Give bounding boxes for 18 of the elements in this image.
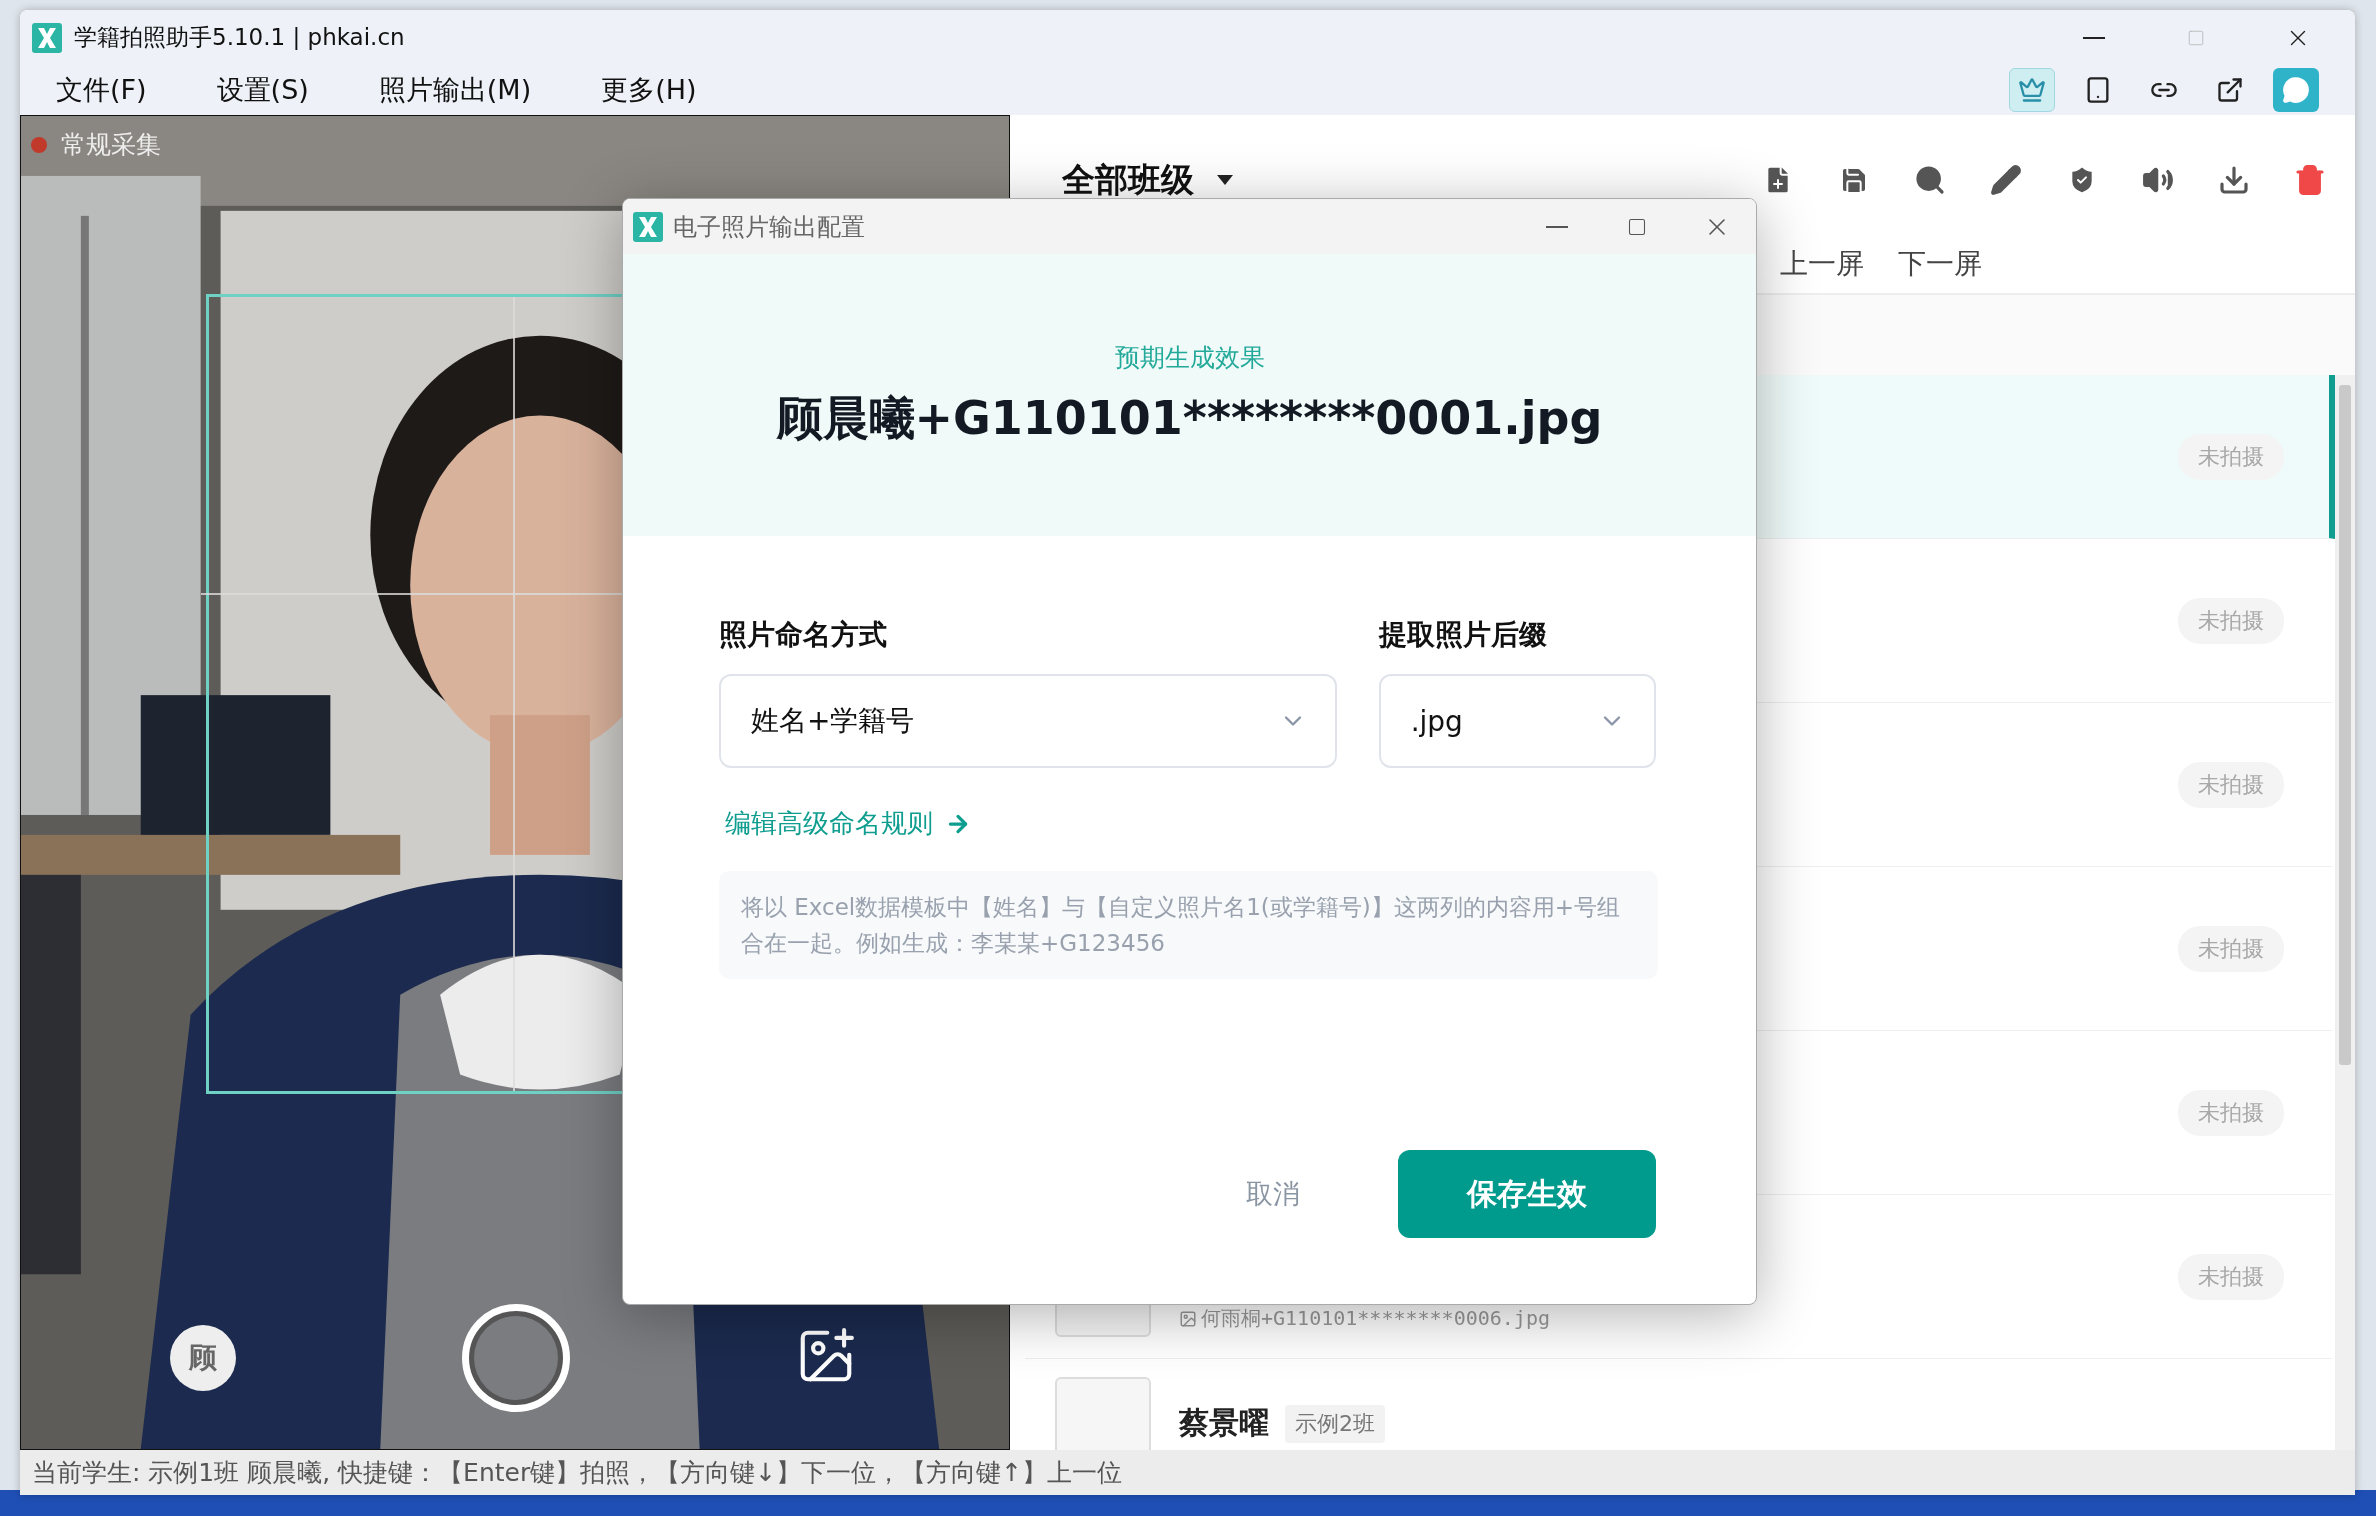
status-badge: 未拍摄: [2178, 925, 2284, 972]
mode-label: 常规采集: [61, 129, 161, 161]
status-badge: 未拍摄: [2178, 433, 2284, 480]
class-tag: 示例2班: [1285, 1404, 1385, 1443]
naming-note: 将以 Excel数据模板中【姓名】与【自定义照片名1(或学籍号)】这两列的内容用+号组合在一起。例如生成：李某某+G123456: [719, 871, 1658, 979]
field-label: 提取照片后缀: [1378, 617, 1548, 653]
field-label: 照片命名方式: [719, 617, 888, 653]
dialog-title: 电子照片输出配置: [673, 211, 866, 243]
preview-label: 预期生成效果: [1114, 341, 1265, 374]
status-badge: 未拍摄: [2178, 761, 2284, 808]
status-badge: 未拍摄: [2178, 1253, 2284, 1300]
student-name: 蔡景曜: [1179, 1404, 1269, 1442]
preview-filename: 顾晨曦+G110101********0001.jpg: [776, 389, 1603, 447]
status-text: 当前学生: 示例1班 顾晨曦, 快捷键：【Enter键】拍照，【方向键↓】下一位，【方向键↑】上一位: [32, 1457, 1123, 1489]
photo-filename: 何雨桐+G110101********0006.jpg: [1179, 1305, 2178, 1332]
status-badge: 未拍摄: [2178, 597, 2284, 644]
window-title: 学籍拍照助手5.10.1 | phkai.cn: [74, 23, 406, 52]
status-badge: 未拍摄: [2178, 1089, 2284, 1136]
